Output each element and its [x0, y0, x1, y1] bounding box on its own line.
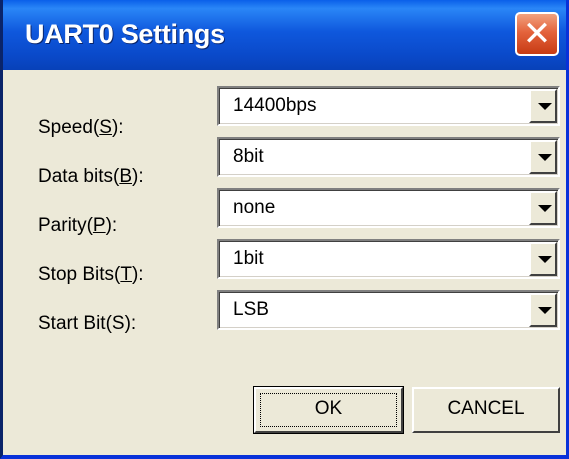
- speed-label: Speed(S):: [38, 117, 124, 138]
- cancel-button-label: CANCEL: [447, 398, 525, 419]
- data-bits-label: Data bits(B):: [38, 166, 144, 187]
- parity-select[interactable]: none: [217, 188, 560, 228]
- ok-button[interactable]: OK: [253, 386, 404, 434]
- stop-bits-select[interactable]: 1bit: [217, 239, 560, 279]
- parity-dropdown-arrow[interactable]: [529, 191, 557, 225]
- data-bits-select[interactable]: 8bit: [217, 137, 560, 177]
- parity-value: none: [233, 197, 276, 218]
- title-bar[interactable]: UART0 Settings ✕: [3, 0, 566, 70]
- speed-value: 14400bps: [233, 95, 317, 116]
- data-bits-value: 8bit: [233, 146, 264, 167]
- uart-settings-dialog: UART0 Settings ✕ Speed(S): 14400bps Data…: [0, 0, 569, 459]
- speed-select[interactable]: 14400bps: [217, 86, 560, 126]
- close-icon: ✕: [522, 14, 552, 54]
- close-button[interactable]: ✕: [515, 12, 559, 56]
- cancel-button[interactable]: CANCEL: [412, 387, 560, 433]
- speed-dropdown-arrow[interactable]: [529, 89, 557, 123]
- window-title: UART0 Settings: [25, 19, 225, 49]
- stop-bits-dropdown-arrow[interactable]: [529, 242, 557, 276]
- parity-label: Parity(P):: [38, 215, 118, 236]
- start-bit-select[interactable]: LSB: [217, 290, 560, 330]
- start-bit-label: Start Bit(S):: [38, 313, 137, 334]
- start-bit-dropdown-arrow[interactable]: [529, 293, 557, 327]
- start-bit-value: LSB: [233, 299, 269, 320]
- data-bits-dropdown-arrow[interactable]: [529, 140, 557, 174]
- stop-bits-label: Stop Bits(T):: [38, 264, 144, 285]
- stop-bits-value: 1bit: [233, 248, 264, 269]
- focus-rectangle: [260, 393, 397, 427]
